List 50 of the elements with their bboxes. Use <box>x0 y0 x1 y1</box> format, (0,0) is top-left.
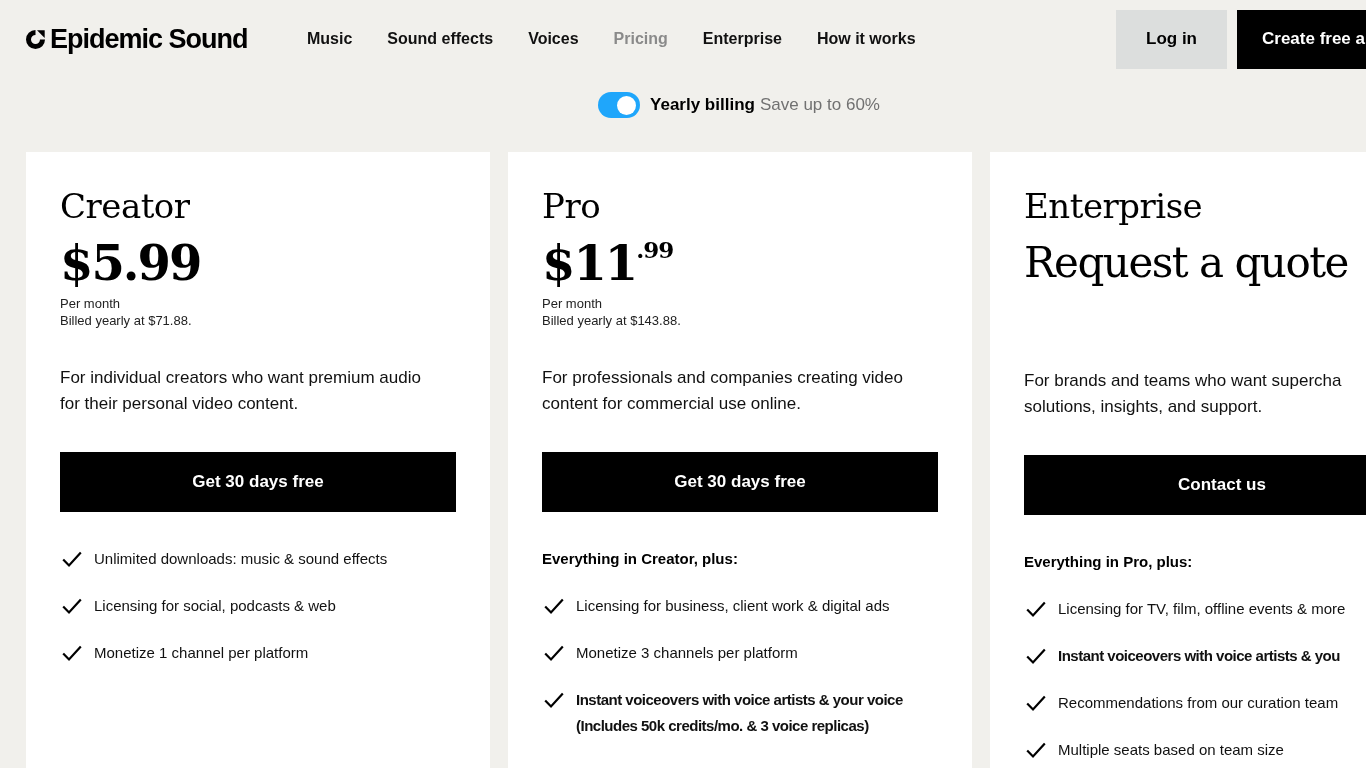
check-icon <box>62 551 82 567</box>
feature-text: Multiple seats based on team size <box>1058 740 1284 760</box>
features-heading: Everything in Pro, plus: <box>1024 552 1193 572</box>
check-icon <box>544 692 564 708</box>
nav-link[interactable]: Music <box>307 27 353 51</box>
feature-text: Instant voiceovers with voice artists & you <box>1058 646 1340 666</box>
feature-text: Monetize 1 channel per platform <box>94 643 309 663</box>
plan-description: For individual creators who want premium audio for their personal video content. <box>60 367 421 415</box>
feature-text: Licensing for TV, film, offline events & more <box>1058 599 1346 619</box>
logo-link[interactable]: Epidemic Sound <box>26 18 247 60</box>
billing-note: Billed yearly at $143.88. <box>542 312 681 329</box>
plan-name: Creator <box>60 186 190 226</box>
check-icon <box>1026 695 1046 711</box>
check-icon <box>62 598 82 614</box>
logo-icon <box>26 29 45 49</box>
cta-button[interactable]: Get 30 days free <box>60 452 456 512</box>
check-icon <box>1026 601 1046 617</box>
check-icon <box>62 645 82 661</box>
feature-text: Licensing for business, client work & digital ads <box>576 596 890 616</box>
plan-price: Request a quote <box>1024 237 1348 289</box>
plan-price: $11$^{.99}$ <box>542 234 674 293</box>
savings-note: Save up to 60% <box>759 95 880 115</box>
feature-text: Instant voiceovers with voice artists & your voice (Includes 50k credits/mo. & 3 voice replicas) <box>576 690 904 736</box>
nav-link[interactable]: Enterprise <box>702 27 782 51</box>
feature-text: Unlimited downloads: music & sound effects <box>94 549 388 569</box>
nav-link[interactable]: Sound effects <box>387 27 494 51</box>
check-icon <box>544 645 564 661</box>
price-period: Per month <box>542 295 602 312</box>
check-icon <box>1026 648 1046 664</box>
features-heading: Everything in Creator, plus: <box>542 549 738 569</box>
login-button[interactable]: Log in <box>1116 9 1227 69</box>
nav-link[interactable]: How it works <box>816 27 916 51</box>
nav-link[interactable]: Voices <box>528 27 579 51</box>
feature-text: Licensing for social, podcasts & web <box>94 596 336 616</box>
feature-text: Recommendations from our curation team <box>1058 693 1339 713</box>
billing-note: Billed yearly at $71.88. <box>60 312 192 329</box>
cta-button[interactable]: Get 30 days free <box>542 452 938 512</box>
plan-price: $5.99 <box>60 234 201 293</box>
check-icon <box>1026 742 1046 758</box>
plan-description: For brands and teams who want supercha solutions, insights, and support. <box>1024 370 1342 418</box>
check-icon <box>544 598 564 614</box>
signup-button[interactable]: Create free a <box>1237 9 1366 69</box>
cta-button[interactable]: Contact us <box>1024 455 1366 515</box>
price-period: Per month <box>60 295 120 312</box>
plan-description: For professionals and companies creating video content for commercial use online. <box>542 367 903 415</box>
plan-name: Enterprise <box>1024 186 1203 226</box>
plan-name: Pro <box>542 186 601 226</box>
billing-label: Yearly billing <box>650 95 755 115</box>
billing-toggle[interactable] <box>598 92 641 118</box>
feature-text: Monetize 3 channels per platform <box>576 643 798 663</box>
